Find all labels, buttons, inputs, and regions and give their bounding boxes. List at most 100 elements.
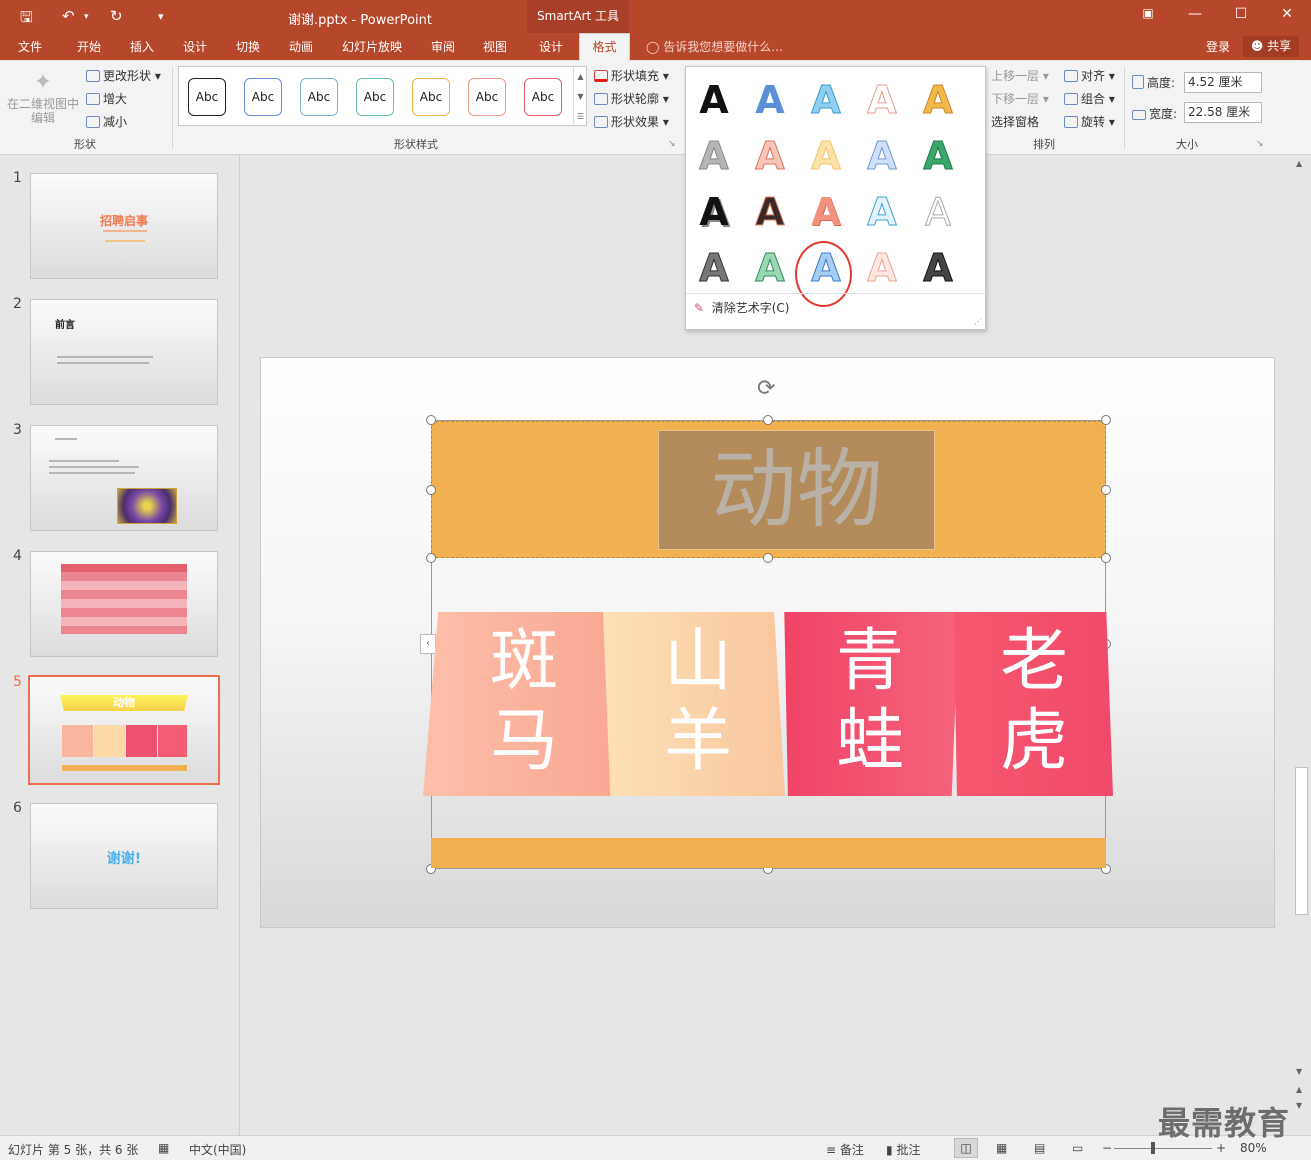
tab-slideshow[interactable]: 幻灯片放映 bbox=[342, 38, 402, 55]
undo-dropdown-icon[interactable]: ▾ bbox=[84, 12, 89, 22]
tab-transitions[interactable]: 切换 bbox=[236, 38, 260, 55]
slide-thumb-5[interactable]: 动物 bbox=[28, 675, 220, 785]
spellcheck-icon[interactable]: ▦ bbox=[158, 1141, 169, 1155]
smartart-card-frog[interactable]: 青蛙 bbox=[784, 612, 959, 796]
shape-style-2[interactable]: Abc bbox=[244, 78, 282, 116]
smartart-bottom-band[interactable] bbox=[431, 838, 1106, 868]
vertical-scrollbar[interactable]: ▲ ▼ ▲ ▼ bbox=[1293, 155, 1311, 1135]
wordart-style-17[interactable]: A bbox=[747, 245, 793, 291]
tab-smartart-design[interactable]: 设计 bbox=[539, 38, 563, 55]
shape-fill-button[interactable]: 形状填充 ▾ bbox=[594, 67, 669, 84]
minimize-button[interactable]: — bbox=[1180, 6, 1210, 22]
clear-wordart-button[interactable]: ✎ 清除艺术字(C) bbox=[694, 299, 789, 316]
scroll-up-icon[interactable]: ▲ bbox=[1296, 159, 1302, 168]
group-button[interactable]: 组合 ▾ bbox=[1064, 90, 1115, 107]
shape-effects-button[interactable]: 形状效果 ▾ bbox=[594, 113, 669, 130]
wordart-style-8[interactable]: A bbox=[803, 133, 849, 179]
next-slide-icon[interactable]: ▼ bbox=[1296, 1101, 1302, 1110]
rotate-handle-icon[interactable]: ⟳ bbox=[757, 376, 775, 401]
align-button[interactable]: 对齐 ▾ bbox=[1064, 67, 1115, 84]
resize-handle[interactable] bbox=[426, 415, 436, 425]
slide-thumb-3[interactable] bbox=[30, 425, 218, 531]
wordart-style-16[interactable]: A bbox=[691, 245, 737, 291]
zoom-slider-track[interactable] bbox=[1114, 1148, 1212, 1149]
shape-style-1[interactable]: Abc bbox=[188, 78, 226, 116]
edit-in-2d-button[interactable]: ✦ 在二维视图中编辑 bbox=[6, 69, 80, 125]
wordart-style-9[interactable]: A bbox=[859, 133, 905, 179]
tab-insert[interactable]: 插入 bbox=[130, 38, 154, 55]
scroll-down-icon[interactable]: ▼ bbox=[1296, 1067, 1302, 1076]
wordart-style-5[interactable]: A bbox=[915, 77, 961, 123]
wordart-style-7[interactable]: A bbox=[747, 133, 793, 179]
shape-style-4[interactable]: Abc bbox=[356, 78, 394, 116]
smartart-card-tiger[interactable]: 老虎 bbox=[953, 612, 1113, 796]
wordart-style-10[interactable]: A bbox=[915, 133, 961, 179]
redo-icon[interactable]: ↻ bbox=[110, 7, 123, 25]
maximize-button[interactable]: ☐ bbox=[1226, 6, 1256, 22]
smaller-button[interactable]: 减小 bbox=[86, 113, 127, 130]
reading-view-icon[interactable]: ▤ bbox=[1034, 1141, 1045, 1155]
tab-animations[interactable]: 动画 bbox=[289, 38, 313, 55]
ribbon-display-icon[interactable]: ▣ bbox=[1133, 6, 1163, 20]
tell-me-search[interactable]: ◯ 告诉我您想要做什么... bbox=[646, 38, 783, 55]
wordart-style-14[interactable]: A bbox=[859, 189, 905, 235]
resize-handle[interactable] bbox=[763, 415, 773, 425]
shape-style-7[interactable]: Abc bbox=[524, 78, 562, 116]
customize-toolbar-icon[interactable]: ▾ bbox=[158, 10, 164, 23]
slide-sorter-icon[interactable]: ▦ bbox=[996, 1141, 1007, 1155]
gallery-scroll-up[interactable]: ▲ bbox=[573, 67, 587, 86]
notes-button[interactable]: ≡ 备注 bbox=[826, 1141, 864, 1158]
wordart-style-11[interactable]: A bbox=[691, 189, 737, 235]
send-backward-button[interactable]: 下移一层 ▾ bbox=[991, 90, 1049, 107]
dialog-launcher-icon[interactable]: ↘ bbox=[668, 139, 676, 149]
resize-handle[interactable] bbox=[763, 553, 773, 563]
share-button[interactable]: ☻ 共享 bbox=[1243, 36, 1299, 57]
scrollbar-thumb[interactable] bbox=[1295, 767, 1308, 915]
resize-handle[interactable] bbox=[426, 485, 436, 495]
wordart-style-12[interactable]: A bbox=[747, 189, 793, 235]
tab-format[interactable]: 格式 bbox=[579, 33, 630, 61]
width-input[interactable]: 22.58 厘米 bbox=[1184, 102, 1262, 123]
login-link[interactable]: 登录 bbox=[1206, 38, 1230, 55]
smartart-card-zebra[interactable]: 斑马 bbox=[423, 612, 613, 796]
rotate-button[interactable]: 旋转 ▾ bbox=[1064, 113, 1115, 130]
prev-slide-icon[interactable]: ▲ bbox=[1296, 1085, 1302, 1094]
selection-pane-button[interactable]: 选择窗格 bbox=[991, 113, 1039, 130]
shape-style-6[interactable]: Abc bbox=[468, 78, 506, 116]
undo-icon[interactable]: ↶ bbox=[62, 7, 75, 25]
smartart-card-goat[interactable]: 山羊 bbox=[603, 612, 785, 796]
wordart-style-15[interactable]: A bbox=[915, 189, 961, 235]
wordart-style-13[interactable]: A bbox=[803, 189, 849, 235]
zoom-slider-thumb[interactable] bbox=[1151, 1142, 1155, 1154]
comments-button[interactable]: ▮ 批注 bbox=[886, 1141, 920, 1158]
larger-button[interactable]: 增大 bbox=[86, 90, 127, 107]
close-button[interactable]: ✕ bbox=[1272, 6, 1302, 22]
slide-thumb-2[interactable]: 前言 bbox=[30, 299, 218, 405]
tab-design[interactable]: 设计 bbox=[183, 38, 207, 55]
resize-handle[interactable] bbox=[1101, 485, 1111, 495]
language-indicator[interactable]: 中文(中国) bbox=[189, 1141, 246, 1158]
gallery-scroll-down[interactable]: ▼ bbox=[573, 87, 587, 106]
shape-outline-button[interactable]: 形状轮廓 ▾ bbox=[594, 90, 669, 107]
wordart-style-19[interactable]: A bbox=[859, 245, 905, 291]
resize-handle[interactable] bbox=[1101, 415, 1111, 425]
wordart-style-3[interactable]: A bbox=[803, 77, 849, 123]
slide-thumb-4[interactable] bbox=[30, 551, 218, 657]
save-icon[interactable]: 🖫 bbox=[20, 7, 33, 32]
wordart-style-20[interactable]: A bbox=[915, 245, 961, 291]
tab-file[interactable]: 文件 bbox=[18, 38, 42, 55]
slideshow-icon[interactable]: ▭ bbox=[1072, 1141, 1083, 1155]
resize-grip-icon[interactable]: ⋰ bbox=[974, 317, 982, 326]
wordart-style-4[interactable]: A bbox=[859, 77, 905, 123]
slide-thumb-6[interactable]: 谢谢! bbox=[30, 803, 218, 909]
resize-handle[interactable] bbox=[1101, 553, 1111, 563]
gallery-more[interactable]: ☰ bbox=[573, 107, 587, 126]
shape-style-3[interactable]: Abc bbox=[300, 78, 338, 116]
smartart-title-text[interactable]: 动物 bbox=[658, 430, 935, 550]
tab-home[interactable]: 开始 bbox=[77, 38, 101, 55]
shape-style-5[interactable]: Abc bbox=[412, 78, 450, 116]
zoom-out-icon[interactable]: − bbox=[1102, 1141, 1112, 1155]
text-pane-toggle[interactable]: ‹ bbox=[420, 634, 436, 654]
bring-forward-button[interactable]: 上移一层 ▾ bbox=[991, 67, 1049, 84]
size-dialog-launcher-icon[interactable]: ↘ bbox=[1256, 139, 1264, 149]
